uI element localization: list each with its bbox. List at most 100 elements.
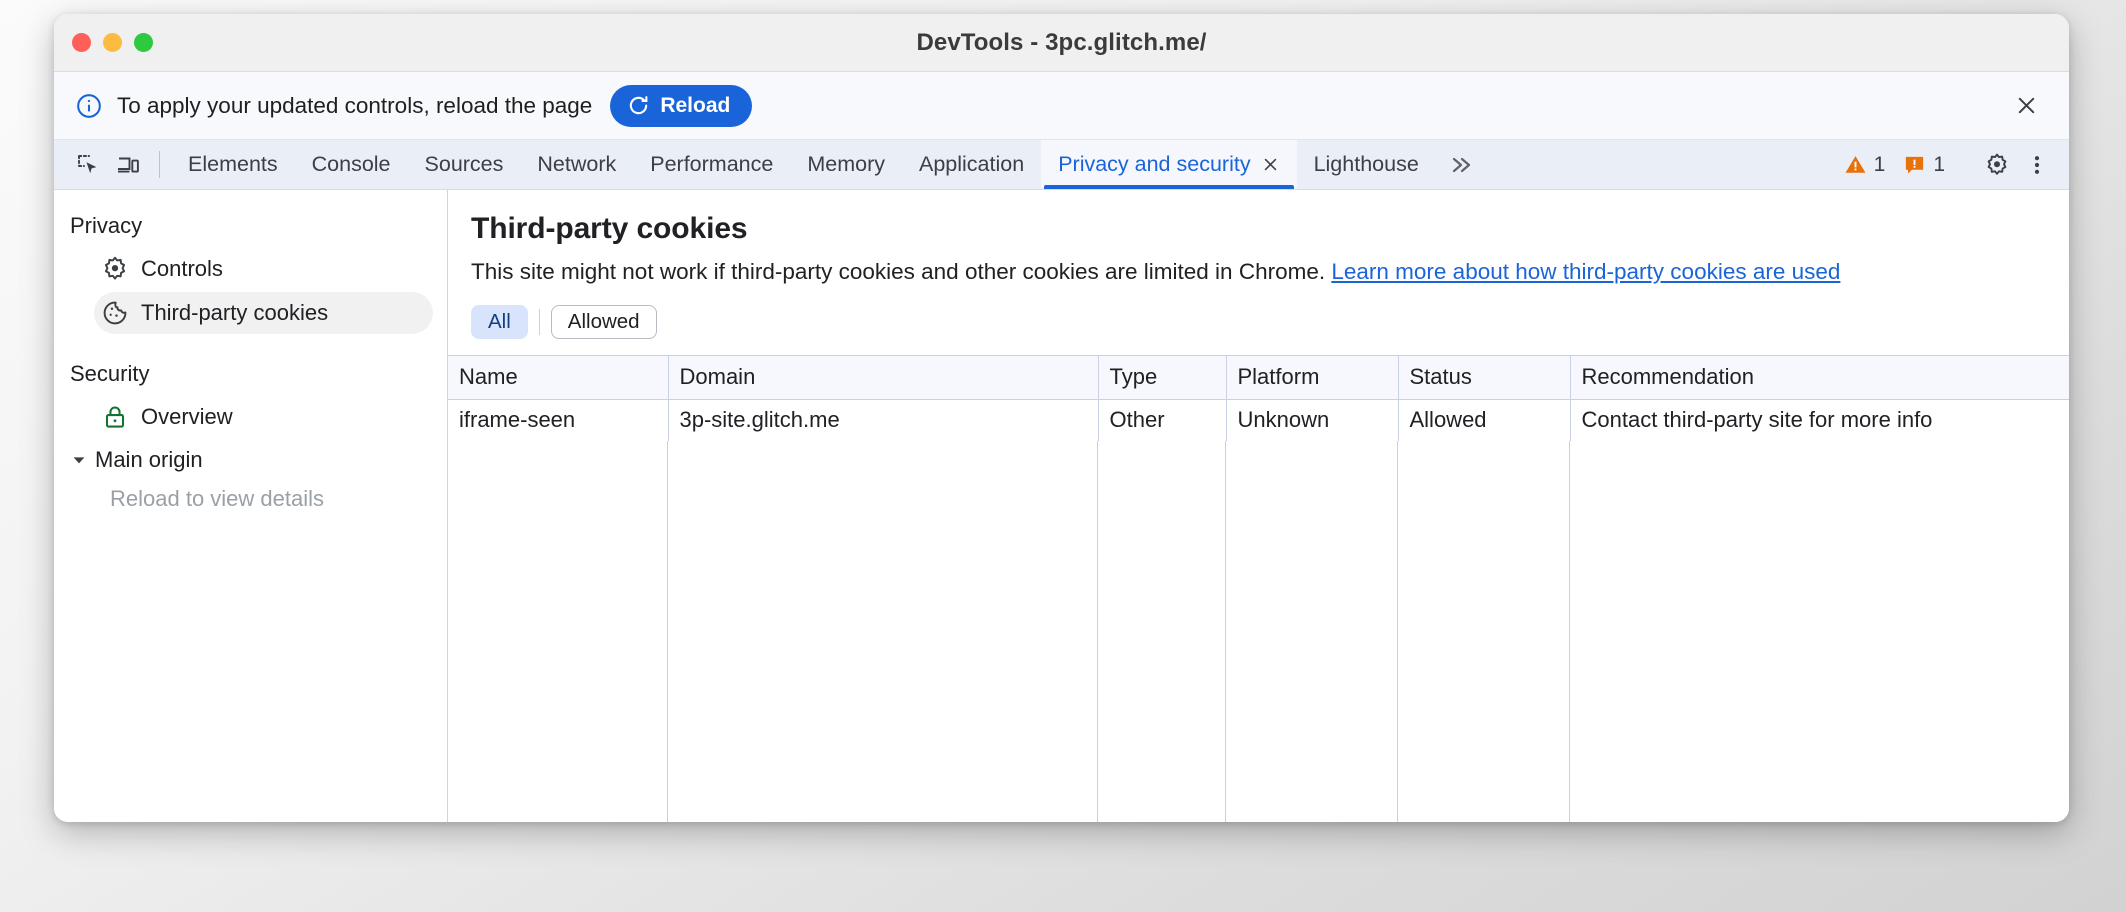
tab-memory[interactable]: Memory	[790, 140, 902, 189]
close-icon	[2015, 94, 2038, 117]
sidebar-item-third-party-cookies[interactable]: Third-party cookies	[94, 292, 433, 334]
cookies-table-head: Name Domain Type Platform Status Recomme…	[448, 356, 2069, 399]
column-header-domain[interactable]: Domain	[668, 356, 1098, 399]
devtools-tabstrip: Elements Console Sources Network Perform…	[54, 140, 2069, 190]
cookies-table-wrapper: Name Domain Type Platform Status Recomme…	[448, 355, 2069, 822]
tab-label: Performance	[650, 152, 773, 177]
empty-col-recommendation	[1570, 441, 2069, 822]
reload-button[interactable]: Reload	[610, 85, 752, 127]
chevron-double-right-icon	[1448, 155, 1474, 175]
empty-col-name	[448, 441, 668, 822]
sidebar-item-label: Third-party cookies	[141, 300, 328, 326]
refresh-icon	[627, 94, 650, 117]
tab-sources[interactable]: Sources	[408, 140, 521, 189]
lock-icon	[102, 404, 128, 430]
column-header-platform[interactable]: Platform	[1226, 356, 1398, 399]
banner-close-button[interactable]	[2009, 89, 2043, 123]
issue-count: 1	[1933, 153, 1945, 177]
sidebar-tree-label: Main origin	[95, 447, 203, 473]
cookies-table-body: iframe-seen 3p-site.glitch.me Other Unkn…	[448, 399, 2069, 441]
cell-domain: 3p-site.glitch.me	[668, 399, 1098, 441]
reload-button-label: Reload	[660, 94, 730, 118]
toolbar-divider	[159, 151, 160, 178]
tab-elements[interactable]: Elements	[171, 140, 295, 189]
page-title: Third-party cookies	[471, 212, 2043, 246]
tab-label: Elements	[188, 152, 278, 177]
sidebar-group-privacy-title: Privacy	[54, 206, 447, 246]
sidebar-tree-placeholder: Reload to view details	[54, 480, 447, 512]
devtools-body: Privacy Controls Third-party cookies	[54, 190, 2069, 822]
filter-chip-label: Allowed	[568, 310, 640, 334]
tab-label: Privacy and security	[1058, 152, 1250, 177]
empty-col-status	[1398, 441, 1570, 822]
window-close-button[interactable]	[72, 33, 91, 52]
warning-triangle-icon	[1844, 153, 1867, 176]
gear-icon	[102, 256, 128, 282]
sidebar-gap	[54, 336, 447, 354]
gear-icon	[1985, 153, 2009, 177]
filter-chip-separator	[539, 309, 540, 335]
tab-performance[interactable]: Performance	[633, 140, 790, 189]
third-party-cookies-panel: Third-party cookies This site might not …	[448, 190, 2069, 822]
settings-button[interactable]	[1977, 153, 2017, 177]
reload-banner-message: To apply your updated controls, reload t…	[117, 93, 592, 119]
filter-chip-all[interactable]: All	[471, 305, 528, 339]
info-circle-icon	[76, 93, 102, 119]
cookie-icon	[102, 300, 128, 326]
table-header-row: Name Domain Type Platform Status Recomme…	[448, 356, 2069, 399]
cell-recommendation: Contact third-party site for more info	[1570, 399, 2069, 441]
window-title: DevTools - 3pc.glitch.me/	[54, 29, 2069, 57]
empty-col-platform	[1226, 441, 1398, 822]
issue-bubble-icon	[1903, 153, 1926, 176]
sidebar-item-label: Controls	[141, 256, 223, 282]
panel-description-text: This site might not work if third-party …	[471, 259, 1325, 284]
issues-counter[interactable]: 1	[1894, 153, 1954, 177]
tab-lighthouse[interactable]: Lighthouse	[1297, 140, 1436, 189]
table-row[interactable]: iframe-seen 3p-site.glitch.me Other Unkn…	[448, 399, 2069, 441]
sidebar-item-controls[interactable]: Controls	[94, 248, 433, 290]
tab-label: Network	[537, 152, 616, 177]
inspect-element-icon	[76, 153, 100, 177]
cell-type: Other	[1098, 399, 1226, 441]
column-header-status[interactable]: Status	[1398, 356, 1570, 399]
more-options-button[interactable]	[2017, 153, 2057, 177]
reload-banner: To apply your updated controls, reload t…	[54, 72, 2069, 140]
window-minimize-button[interactable]	[103, 33, 122, 52]
column-header-name[interactable]: Name	[448, 356, 668, 399]
filter-chip-allowed[interactable]: Allowed	[551, 305, 657, 339]
caret-down-icon	[72, 453, 86, 467]
table-empty-area	[448, 441, 2069, 822]
tab-label: Sources	[425, 152, 504, 177]
column-header-recommendation[interactable]: Recommendation	[1570, 356, 2069, 399]
learn-more-link[interactable]: Learn more about how third-party cookies…	[1331, 259, 1840, 284]
tab-label: Memory	[807, 152, 885, 177]
panel-description: This site might not work if third-party …	[471, 259, 2043, 285]
tab-application[interactable]: Application	[902, 140, 1041, 189]
sidebar-tree-main-origin[interactable]: Main origin	[54, 440, 447, 480]
window-maximize-button[interactable]	[134, 33, 153, 52]
kebab-menu-icon	[2025, 153, 2049, 177]
column-header-type[interactable]: Type	[1098, 356, 1226, 399]
sidebar-group-security-title: Security	[54, 354, 447, 394]
tabstrip-spacer	[1486, 140, 1835, 189]
device-toolbar-icon	[116, 153, 140, 177]
more-tabs-button[interactable]	[1436, 140, 1486, 189]
inspect-element-button[interactable]	[68, 140, 108, 189]
cell-platform: Unknown	[1226, 399, 1398, 441]
warnings-counter[interactable]: 1	[1835, 153, 1895, 177]
tab-close-button[interactable]	[1262, 156, 1280, 174]
tabstrip-right-tools: 1 1	[1835, 140, 2069, 189]
tab-network[interactable]: Network	[520, 140, 633, 189]
tab-label: Console	[312, 152, 391, 177]
empty-col-type	[1098, 441, 1226, 822]
window-titlebar: DevTools - 3pc.glitch.me/	[54, 14, 2069, 72]
close-icon	[1262, 156, 1279, 173]
sidebar-item-overview[interactable]: Overview	[94, 396, 433, 438]
filter-chip-group: All Allowed	[471, 305, 2043, 339]
tab-console[interactable]: Console	[295, 140, 408, 189]
tab-privacy-and-security[interactable]: Privacy and security	[1041, 140, 1296, 189]
tab-label: Lighthouse	[1314, 152, 1419, 177]
cell-status: Allowed	[1398, 399, 1570, 441]
sidebar-item-label: Overview	[141, 404, 233, 430]
device-toolbar-button[interactable]	[108, 140, 148, 189]
